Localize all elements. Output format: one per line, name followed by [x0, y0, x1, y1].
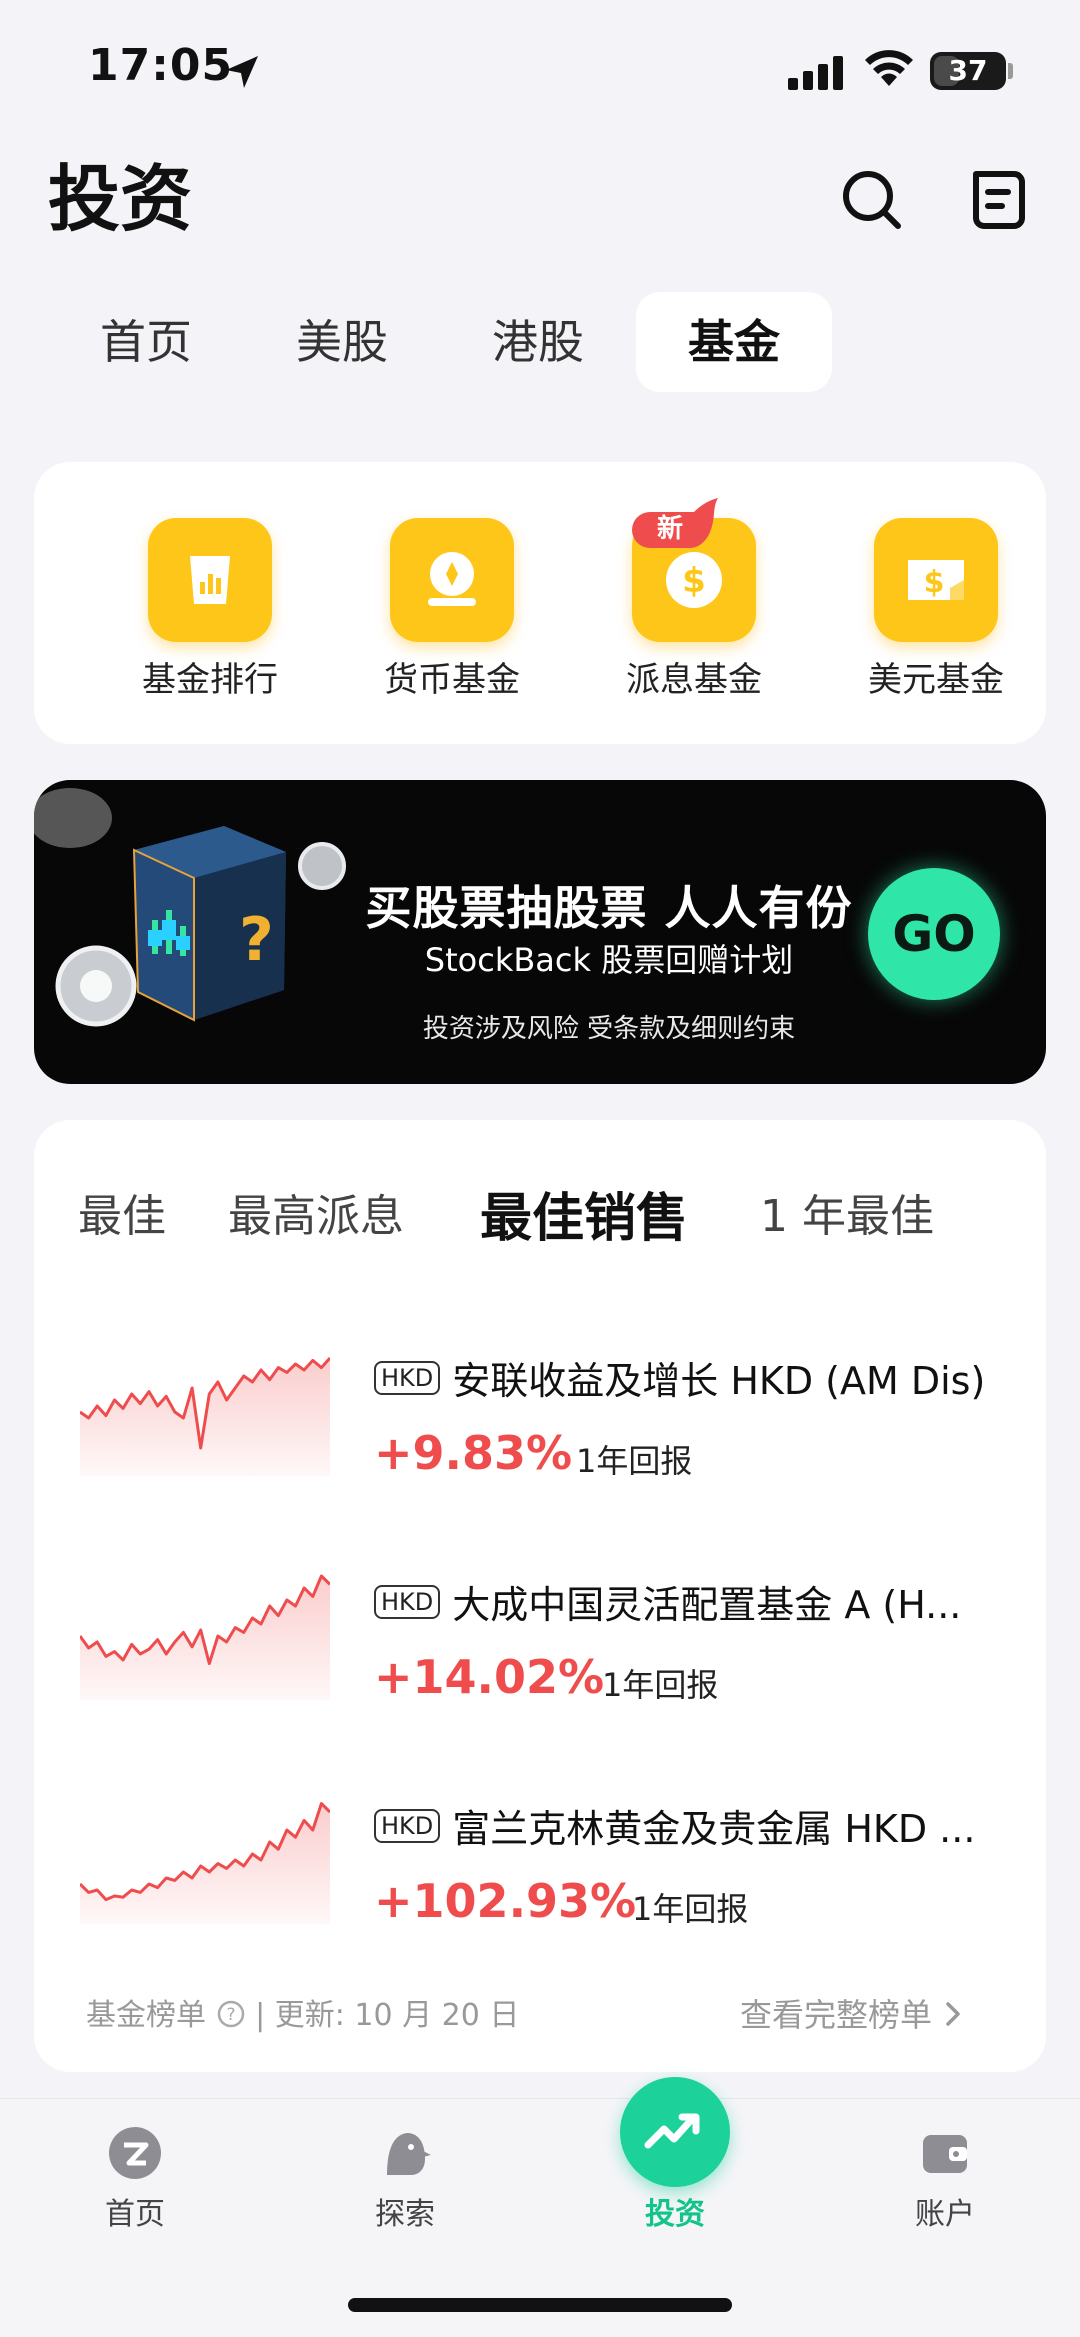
stockback-banner[interactable]: ? 买股票抽股票 人人有份 StockBack 股票回赠计划 投资涉及风险 受条… — [34, 780, 1046, 1084]
nav-label: 账户 — [915, 2197, 975, 2232]
view-full-list-link[interactable]: 查看完整榜单 — [740, 1990, 966, 2036]
fund-list-footer: 基金榜单 ? | 更新: 10 月 20 日 — [86, 1990, 519, 2034]
sparkline-area — [80, 1803, 330, 1924]
bird-icon — [387, 2133, 431, 2175]
nav-account[interactable]: 账户 — [810, 2099, 1080, 2299]
nav-explore[interactable]: 探索 — [270, 2099, 540, 2299]
go-button-label: GO — [892, 905, 976, 963]
svg-text:?: ? — [239, 905, 274, 975]
fund-return: +14.02% — [374, 1650, 605, 1704]
info-icon[interactable]: ? — [216, 1999, 246, 2029]
status-time: 17:05 — [88, 40, 234, 91]
trend-icon — [644, 2113, 700, 2149]
tab-funds[interactable]: 基金 — [636, 292, 832, 392]
wifi-icon — [865, 50, 913, 86]
tab-us-stocks[interactable]: 美股 — [244, 292, 440, 392]
fund-row[interactable]: HKD 富兰克林黄金及贵金属 HKD ... +102.93% 1年回报 — [34, 1764, 1046, 1964]
tab-home[interactable]: 首页 — [48, 292, 244, 392]
go-button[interactable]: GO — [868, 868, 1000, 1000]
chevron-right-icon — [946, 2002, 960, 2026]
market-tabs: 首页 美股 港股 基金 — [48, 292, 832, 392]
status-bar: 17:05 37 — [0, 0, 1080, 140]
quick-link-label: 美元基金 — [868, 660, 1004, 700]
fund-return: +102.93% — [374, 1874, 637, 1928]
quick-link-usd-fund[interactable]: $ 美元基金 — [836, 518, 1036, 718]
svg-text:$: $ — [682, 561, 706, 601]
dollar-bill-icon: $ — [908, 560, 964, 600]
fund-rankings-card: 最佳 最高派息 最佳销售 1 年最佳 HKD 安联收益及增长 HKD (AM Di… — [34, 1120, 1046, 2072]
dollar-icon: $ — [666, 552, 722, 608]
quick-icon-bg — [390, 518, 514, 642]
nav-label: 投资 — [645, 2197, 705, 2232]
banner-title: 买股票抽股票 人人有份 — [365, 881, 853, 935]
quick-icon-bg: $ — [874, 518, 998, 642]
fund-title: HKD 富兰克林黄金及贵金属 HKD ... — [374, 1798, 1034, 1848]
quick-link-label: 派息基金 — [626, 660, 762, 700]
sparkline-area — [80, 1576, 330, 1700]
fund-tab-highest-dividend[interactable]: 最高派息 — [228, 1180, 404, 1244]
fund-ranking-tabs: 最佳 最高派息 最佳销售 1 年最佳 — [34, 1180, 1046, 1260]
fund-tab-best[interactable]: 最佳 — [78, 1180, 166, 1244]
currency-tag: HKD — [374, 1360, 441, 1395]
search-icon[interactable] — [832, 160, 912, 240]
fund-return-label: 1年回报 — [632, 1890, 749, 1928]
fund-sparkline — [80, 1574, 330, 1700]
coin-icon — [428, 552, 476, 606]
nav-invest[interactable]: 投资 — [540, 2077, 810, 2299]
cellular-signal-icon — [788, 56, 843, 90]
quick-link-fund-ranking[interactable]: 基金排行 — [110, 518, 310, 718]
fund-sparkline — [80, 1356, 330, 1476]
fund-name: 富兰克林黄金及贵金属 HKD ... — [452, 1807, 976, 1848]
fund-name: 大成中国灵活配置基金 A (H... — [452, 1583, 962, 1624]
chart-icon — [190, 556, 230, 604]
nav-label: 首页 — [105, 2197, 165, 2232]
quick-link-label: 货币基金 — [384, 660, 520, 700]
nav-home[interactable]: 首页 — [0, 2099, 270, 2299]
fund-row[interactable]: HKD 安联收益及增长 HKD (AM Dis) +9.83% 1年回报 — [34, 1316, 1046, 1516]
nav-label: 探索 — [375, 2197, 435, 2232]
mystery-box-illustration: ? — [34, 788, 346, 1027]
banner-disclaimer: 投资涉及风险 受条款及细则约束 — [422, 1014, 796, 1044]
battery-tip — [1008, 63, 1013, 79]
home-logo-icon — [109, 2127, 161, 2179]
battery-percent: 37 — [948, 54, 988, 87]
fund-return: +9.83% — [374, 1426, 573, 1480]
quick-link-money-fund[interactable]: 货币基金 — [352, 518, 552, 718]
currency-tag: HKD — [374, 1808, 441, 1843]
document-icon[interactable] — [960, 160, 1040, 240]
view-full-list-label: 查看完整榜单 — [740, 1996, 933, 2034]
fund-name: 安联收益及增长 HKD (AM Dis) — [452, 1359, 986, 1400]
quick-link-label: 基金排行 — [142, 660, 278, 700]
banner-subtitle: StockBack 股票回赠计划 — [424, 941, 794, 979]
fund-return-label: 1年回报 — [576, 1442, 693, 1480]
fund-quick-links: 基金排行 货币基金 $ 派息基金 $ 美元基金 — [34, 462, 1046, 744]
svg-text:$: $ — [924, 565, 945, 600]
svg-text:?: ? — [226, 2005, 235, 2025]
new-badge: 新 — [632, 498, 728, 554]
quick-icon-bg — [148, 518, 272, 642]
update-date: | 更新: 10 月 20 日 — [255, 1998, 520, 2033]
location-arrow-icon — [226, 56, 258, 88]
fund-tab-1y-best[interactable]: 1 年最佳 — [760, 1180, 934, 1244]
fund-return-label: 1年回报 — [602, 1666, 719, 1704]
wallet-icon — [923, 2135, 967, 2173]
fund-tab-best-selling[interactable]: 最佳销售 — [480, 1176, 688, 1251]
invest-page: 17:05 37 投资 首页 美股 港股 基金 基金排行 货币基金 $ 派息基金… — [0, 0, 1080, 2337]
tab-hk-stocks[interactable]: 港股 — [440, 292, 636, 392]
fund-sparkline — [80, 1802, 330, 1924]
currency-tag: HKD — [374, 1584, 441, 1619]
fund-title: HKD 安联收益及增长 HKD (AM Dis) — [374, 1350, 1034, 1400]
page-title: 投资 — [48, 157, 193, 241]
fund-list-label: 基金榜单 — [86, 1998, 206, 2033]
fund-row[interactable]: HKD 大成中国灵活配置基金 A (H... +14.02% 1年回报 — [34, 1540, 1046, 1740]
new-badge-label: 新 — [656, 514, 683, 544]
fund-title: HKD 大成中国灵活配置基金 A (H... — [374, 1574, 1034, 1624]
nav-active-indicator — [620, 2077, 730, 2187]
battery-indicator: 37 — [930, 52, 1006, 90]
home-indicator — [348, 2298, 732, 2312]
